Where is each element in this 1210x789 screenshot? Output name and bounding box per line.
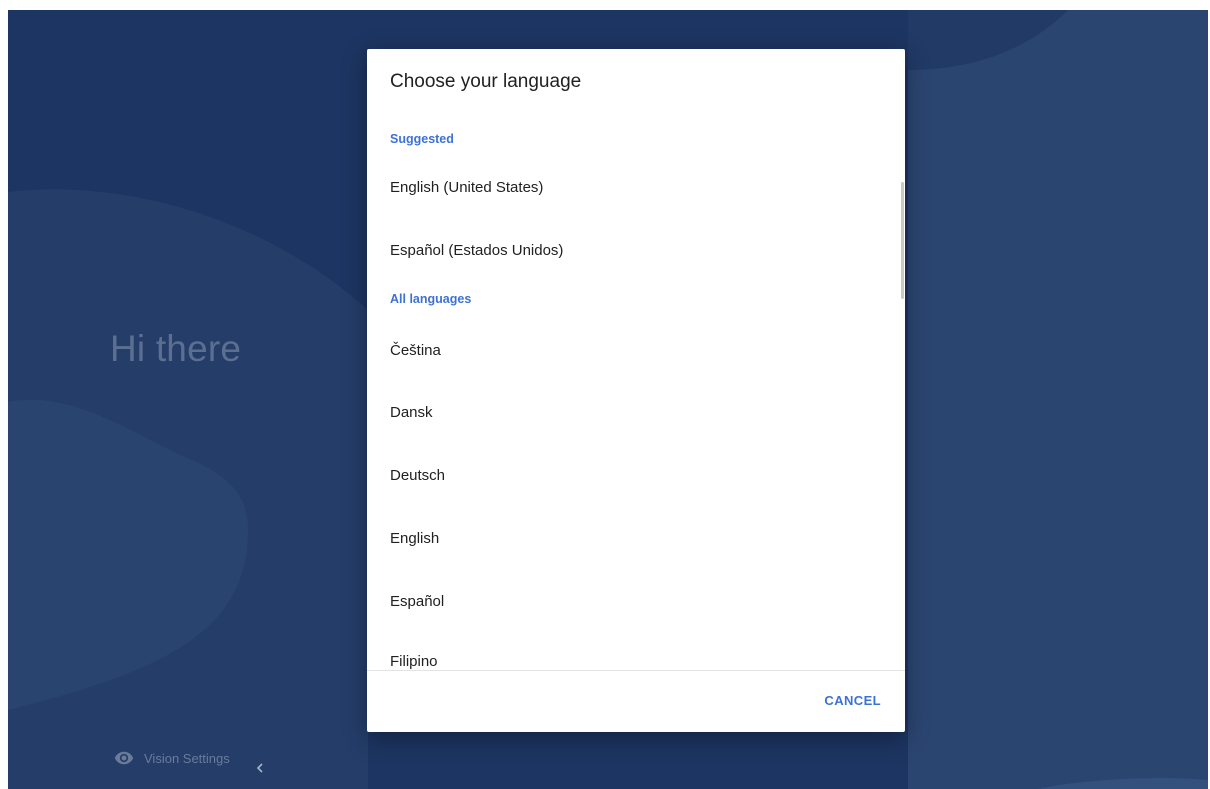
dialog-title: Choose your language	[390, 71, 582, 92]
footer-divider	[367, 670, 905, 671]
language-item[interactable]: Español	[367, 573, 897, 629]
vision-settings-button[interactable]: Vision Settings	[114, 748, 230, 768]
vision-settings-label: Vision Settings	[144, 750, 230, 766]
language-item[interactable]: Čeština	[367, 322, 897, 378]
language-item[interactable]: English (United States)	[367, 159, 897, 215]
greeting-title: Hi there	[110, 328, 242, 369]
language-list[interactable]: Suggested English (United States) Españo…	[367, 109, 905, 670]
chevron-left-icon	[254, 760, 266, 776]
language-dialog: Choose your language Suggested English (…	[367, 49, 905, 732]
language-item[interactable]: English	[367, 510, 897, 566]
language-item[interactable]: Deutsch	[367, 447, 897, 503]
eye-icon	[114, 748, 134, 768]
cancel-button[interactable]: CANCEL	[818, 685, 887, 716]
back-button[interactable]	[254, 760, 266, 776]
language-item[interactable]: Español (Estados Unidos)	[367, 222, 897, 278]
list-scrollbar[interactable]	[901, 182, 904, 299]
suggested-header: Suggested	[390, 132, 454, 146]
language-item[interactable]: Filipino	[367, 633, 897, 670]
all-languages-header: All languages	[390, 292, 472, 306]
language-item[interactable]: Dansk	[367, 384, 897, 440]
